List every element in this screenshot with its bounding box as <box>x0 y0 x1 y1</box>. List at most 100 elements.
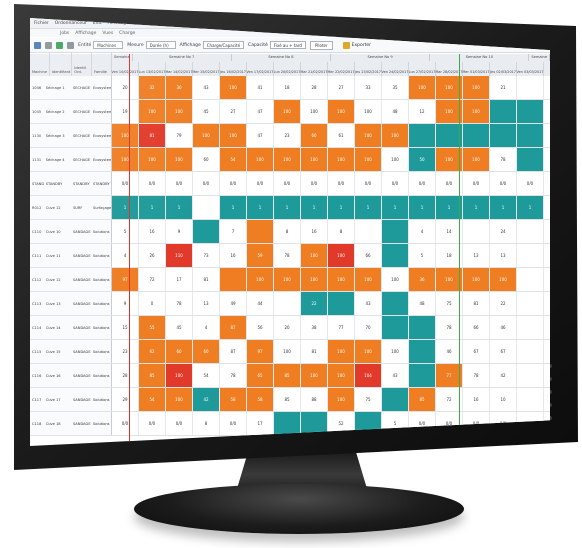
load-cell[interactable]: 100 <box>112 124 139 147</box>
load-cell[interactable]: 22 <box>301 292 328 315</box>
load-cell[interactable] <box>355 220 382 243</box>
load-cell[interactable] <box>382 388 409 411</box>
load-cell[interactable]: 8 <box>274 220 301 243</box>
load-cell[interactable]: 100 <box>247 148 274 171</box>
load-cell[interactable]: 16 <box>463 388 490 411</box>
load-cell[interactable]: 45 <box>166 316 193 339</box>
export-button[interactable]: Exporter <box>342 41 371 49</box>
load-cell[interactable]: 100 <box>463 148 490 171</box>
load-cell[interactable]: 100 <box>139 148 166 171</box>
load-cell[interactable]: 85 <box>139 364 166 387</box>
load-cell[interactable]: 100 <box>274 100 301 123</box>
load-cell[interactable]: 30 <box>166 76 193 99</box>
load-cell[interactable] <box>517 244 544 267</box>
print-icon[interactable] <box>45 41 52 49</box>
refresh-icon[interactable] <box>56 41 63 49</box>
load-cell[interactable] <box>490 124 517 147</box>
table-row[interactable]: C113 Cuve 13 SANDAGE Solutions 9 0 78 13 49 44 22 4… <box>30 292 550 316</box>
load-cell[interactable]: 110 <box>166 244 193 267</box>
load-cell[interactable]: 43 <box>382 364 409 387</box>
load-cell[interactable]: 17 <box>166 268 193 291</box>
tab-jobs[interactable]: Jobs <box>60 31 69 36</box>
day-header[interactable]: Jeu 02/03/2017 <box>490 62 517 76</box>
load-cell[interactable]: 60 <box>193 148 220 171</box>
load-cell[interactable]: 24 <box>490 220 517 243</box>
day-header[interactable]: Mar 21/02/2017 <box>300 62 328 76</box>
load-cell[interactable] <box>274 292 301 315</box>
load-cell[interactable]: 59 <box>247 244 274 267</box>
load-cell[interactable]: 72 <box>139 268 166 291</box>
load-cell[interactable]: 88 <box>301 388 328 411</box>
load-cell[interactable] <box>517 316 544 339</box>
load-cell[interactable] <box>193 196 220 219</box>
load-cell[interactable]: 22 <box>490 292 517 315</box>
load-cell[interactable]: 8 <box>328 220 355 243</box>
load-cell[interactable]: 38 <box>301 316 328 339</box>
table-row[interactable]: C110 Cuve 10 SANDAGE Solutions 5 16 9 7 8 16 8 4 14 2… <box>30 220 550 244</box>
load-cell[interactable]: 47 <box>247 124 274 147</box>
load-cell[interactable]: 100 <box>328 268 355 291</box>
load-cell[interactable]: 1 <box>463 196 490 219</box>
load-cell[interactable]: 100 <box>328 100 355 123</box>
load-cell[interactable]: 0/0 <box>166 412 193 435</box>
load-cell[interactable]: 79 <box>166 124 193 147</box>
load-cell[interactable]: 100 <box>355 340 382 363</box>
load-cell[interactable]: 0/0 <box>301 172 328 195</box>
load-cell[interactable]: 0/0 <box>463 172 490 195</box>
load-cell[interactable]: 41 <box>247 76 274 99</box>
load-cell[interactable]: 23 <box>274 124 301 147</box>
load-cell[interactable] <box>409 364 436 387</box>
load-cell[interactable]: 1 <box>328 196 355 219</box>
load-cell[interactable] <box>409 340 436 363</box>
load-cell[interactable]: 100 <box>112 148 139 171</box>
load-cell[interactable]: 60 <box>301 124 328 147</box>
load-cell[interactable]: 67 <box>490 340 517 363</box>
day-header[interactable]: Mer 22/02/2017 <box>327 62 355 76</box>
load-cell[interactable]: 60 <box>166 340 193 363</box>
load-cell[interactable]: 13 <box>463 244 490 267</box>
load-cell[interactable]: 97 <box>247 340 274 363</box>
load-cell[interactable]: 47 <box>247 100 274 123</box>
load-cell[interactable]: 29 <box>112 388 139 411</box>
load-cell[interactable]: 100 <box>301 148 328 171</box>
load-cell[interactable]: 1 <box>112 196 139 219</box>
load-cell[interactable]: 75 <box>355 388 382 411</box>
load-cell[interactable]: 100 <box>220 124 247 147</box>
load-cell[interactable]: 32 <box>139 76 166 99</box>
load-cell[interactable]: 42 <box>490 364 517 387</box>
load-cell[interactable]: 1 <box>166 196 193 219</box>
load-cell[interactable] <box>274 412 301 435</box>
col-header[interactable]: Identif. Ord. <box>72 52 93 76</box>
load-cell[interactable]: 19 <box>112 100 139 123</box>
table-row[interactable]: 1130 Séchage 3 SECHAGE Ecosystem 100 81 79 100 1… <box>30 124 550 148</box>
piloter-button[interactable]: Piloter <box>309 40 333 50</box>
load-cell[interactable]: 1 <box>517 196 544 219</box>
load-cell[interactable]: 16 <box>220 244 247 267</box>
day-header[interactable]: Ven 03/03/2017 <box>517 62 544 76</box>
table-row[interactable]: C114 Cuve 14 SANDAGE Solutions 15 55 45 4 87 56 20… <box>30 316 550 340</box>
load-cell[interactable] <box>517 220 544 243</box>
mesure-select[interactable]: Durée (h) <box>145 41 176 49</box>
load-cell[interactable] <box>517 268 544 291</box>
load-cell[interactable]: 36 <box>409 268 436 291</box>
load-cell[interactable]: 1 <box>247 196 274 219</box>
day-header[interactable]: Ven 24/02/2017 <box>382 62 409 76</box>
load-cell[interactable]: 100 <box>463 76 490 99</box>
load-cell[interactable]: 33 <box>355 76 382 99</box>
load-cell[interactable] <box>517 124 544 147</box>
load-cell[interactable] <box>382 220 409 243</box>
load-cell[interactable]: 77 <box>328 316 355 339</box>
load-cell[interactable]: 54 <box>193 364 220 387</box>
load-cell[interactable]: 100 <box>463 268 490 291</box>
load-cell[interactable]: 0/0 <box>409 172 436 195</box>
col-header[interactable]: Famille <box>92 52 113 76</box>
load-cell[interactable]: 100 <box>355 124 382 147</box>
load-cell[interactable]: 100 <box>166 100 193 123</box>
load-cell[interactable]: 0/0 <box>274 172 301 195</box>
load-cell[interactable]: 0/0 <box>112 172 139 195</box>
load-cell[interactable]: 100 <box>328 388 355 411</box>
tab-affichage[interactable]: Affichage <box>75 31 96 36</box>
load-cell[interactable]: 26 <box>139 244 166 267</box>
menu-item[interactable]: Fichier <box>34 21 49 26</box>
day-header[interactable]: Lun 13/02/2017 <box>139 62 166 76</box>
